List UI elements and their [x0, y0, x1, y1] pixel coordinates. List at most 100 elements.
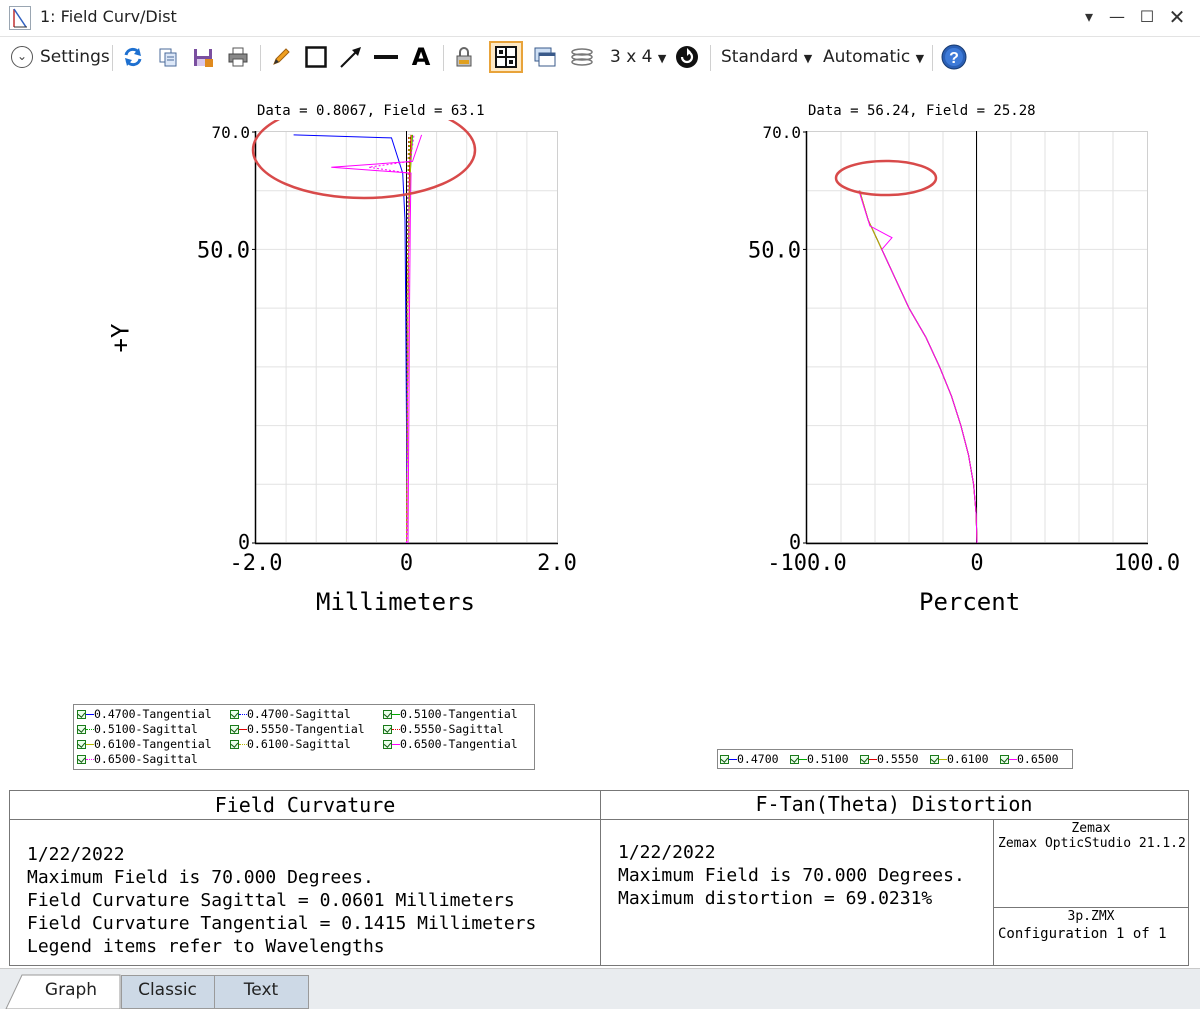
legend-item[interactable]: 0.6500-Sagittal	[77, 752, 198, 766]
y-tick-label: 0	[238, 530, 250, 554]
lock-icon[interactable]	[451, 44, 477, 70]
window-menu-icon[interactable]: ▾	[1076, 6, 1102, 28]
layout-dropdown[interactable]: 3 x 4 ▼	[610, 47, 666, 67]
tab-bar: Graph Classic Text	[0, 968, 1200, 1009]
save-icon[interactable]	[190, 44, 216, 70]
settings-button[interactable]: Settings	[40, 47, 110, 67]
checkbox-icon[interactable]	[77, 725, 86, 734]
divider	[600, 819, 601, 965]
checkbox-icon[interactable]	[77, 740, 86, 749]
chevron-down-icon: ▼	[803, 52, 813, 65]
legend-label: 0.4700	[737, 752, 779, 766]
checkbox-icon[interactable]	[720, 755, 729, 764]
grid-icon[interactable]	[489, 41, 523, 73]
help-icon[interactable]: ?	[941, 44, 967, 70]
copy-icon[interactable]	[155, 44, 181, 70]
y-tick-label: 70.0	[762, 123, 801, 142]
legend-swatch	[729, 759, 737, 760]
legend-swatch	[939, 759, 947, 760]
refresh-icon[interactable]	[120, 44, 146, 70]
legend-item[interactable]: 0.5550	[860, 752, 919, 766]
x-tick-label: -2.0	[230, 551, 283, 576]
legend-swatch	[239, 744, 247, 745]
checkbox-icon[interactable]	[230, 725, 239, 734]
product-name: Zemax OpticStudio 21.1.2	[998, 836, 1186, 851]
info-line: 1/22/2022	[618, 842, 716, 863]
layout-label: 3 x 4	[610, 47, 653, 67]
legend-item[interactable]: 0.5100-Tangential	[383, 707, 518, 721]
legend-swatch	[392, 729, 400, 730]
legend-item[interactable]: 0.5550-Tangential	[230, 722, 365, 736]
pencil-icon[interactable]	[268, 44, 294, 70]
legend-item[interactable]: 0.5550-Sagittal	[383, 722, 504, 736]
distortion-legend: 0.4700 0.5100 0.5550 0.6100 0.6500	[717, 749, 1073, 769]
legend-item[interactable]: 0.4700-Tangential	[77, 707, 212, 721]
legend-label: 0.6100	[947, 752, 989, 766]
company-name: Zemax	[1071, 821, 1111, 836]
toolbar-separator	[260, 45, 261, 71]
legend-label: 0.6100-Sagittal	[247, 737, 351, 751]
tab-graph[interactable]: Graph	[22, 975, 120, 1007]
maximize-icon[interactable]: ☐	[1134, 6, 1160, 28]
layers-icon[interactable]	[569, 44, 595, 70]
settings-chevron-icon[interactable]: ⌄	[11, 46, 33, 68]
left-x-axis-label: Millimeters	[316, 588, 475, 616]
minimize-icon[interactable]: —	[1104, 6, 1130, 28]
legend-item[interactable]: 0.6500-Tangential	[383, 737, 518, 751]
field-curvature-plot[interactable]: -2.0 0 2.070.050.00	[0, 120, 600, 620]
tab-classic[interactable]: Classic	[121, 975, 214, 1007]
legend-swatch	[86, 759, 94, 760]
checkbox-icon[interactable]	[930, 755, 939, 764]
tab-text[interactable]: Text	[214, 975, 308, 1007]
info-line: Field Curvature Sagittal = 0.0601 Millim…	[27, 890, 515, 911]
info-line: 1/22/2022	[27, 844, 125, 865]
checkbox-icon[interactable]	[383, 740, 392, 749]
automatic-dropdown[interactable]: Automatic ▼	[823, 47, 924, 67]
checkbox-icon[interactable]	[790, 755, 799, 764]
checkbox-icon[interactable]	[230, 740, 239, 749]
legend-item[interactable]: 0.4700-Sagittal	[230, 707, 351, 721]
line-icon[interactable]	[373, 44, 399, 70]
chevron-down-icon: ▼	[657, 52, 667, 65]
legend-item[interactable]: 0.6100-Sagittal	[230, 737, 351, 751]
text-icon[interactable]: A	[408, 43, 434, 71]
distortion-plot[interactable]: -100.0 0 100.070.050.00	[600, 120, 1200, 620]
window-icon[interactable]	[532, 44, 558, 70]
legend-item[interactable]: 0.6100-Tangential	[77, 737, 212, 751]
close-icon[interactable]: ✕	[1164, 6, 1190, 28]
legend-item[interactable]: 0.5100-Sagittal	[77, 722, 198, 736]
cycle-icon[interactable]	[674, 44, 700, 70]
standard-dropdown[interactable]: Standard ▼	[721, 47, 812, 67]
title-bar: 1: Field Curv/Dist ▾ — ☐ ✕	[0, 0, 1200, 37]
info-line: Maximum Field is 70.000 Degrees.	[618, 865, 965, 886]
legend-swatch	[392, 714, 400, 715]
legend-item[interactable]: 0.4700	[720, 752, 779, 766]
checkbox-icon[interactable]	[383, 710, 392, 719]
legend-label: 0.5550	[877, 752, 919, 766]
checkbox-icon[interactable]	[1000, 755, 1009, 764]
field-curvature-legend: 0.4700-Tangential 0.4700-Sagittal 0.5100-T…	[73, 704, 535, 770]
legend-swatch	[869, 759, 877, 760]
checkbox-icon[interactable]	[383, 725, 392, 734]
legend-swatch	[86, 729, 94, 730]
standard-label: Standard	[721, 47, 799, 67]
checkbox-icon[interactable]	[230, 710, 239, 719]
legend-label: 0.6100-Tangential	[94, 737, 212, 751]
checkbox-icon[interactable]	[860, 755, 869, 764]
legend-item[interactable]: 0.5100	[790, 752, 849, 766]
legend-swatch	[392, 744, 400, 745]
divider	[993, 907, 1189, 908]
legend-swatch	[86, 714, 94, 715]
arrow-icon[interactable]	[338, 44, 364, 70]
checkbox-icon[interactable]	[77, 710, 86, 719]
info-line: Legend items refer to Wavelengths	[27, 936, 385, 957]
legend-item[interactable]: 0.6100	[930, 752, 989, 766]
legend-item[interactable]: 0.6500	[1000, 752, 1059, 766]
legend-swatch	[239, 729, 247, 730]
x-tick-label: 2.0	[537, 551, 577, 576]
rectangle-icon[interactable]	[303, 44, 329, 70]
left-info-text: 1/22/2022 Maximum Field is 70.000 Degrees…	[27, 843, 536, 958]
print-icon[interactable]	[225, 44, 251, 70]
svg-text:?: ?	[949, 50, 959, 67]
checkbox-icon[interactable]	[77, 755, 86, 764]
